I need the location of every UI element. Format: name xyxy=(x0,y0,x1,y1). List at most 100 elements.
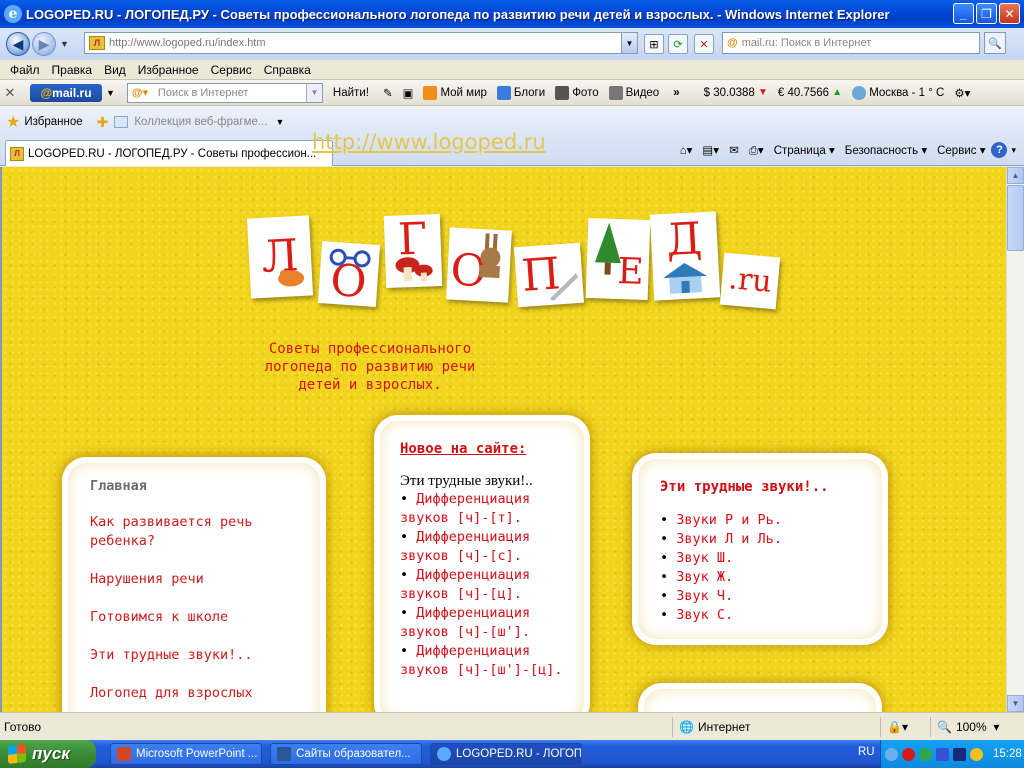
tray-volume-icon[interactable] xyxy=(970,747,983,761)
menu-file[interactable]: Файл xyxy=(10,63,40,77)
mailru-toolbar: ✕ @ mail.ru ▼ @▾ Поиск в Интернет ▼ Найти… xyxy=(0,80,1024,106)
home-icon[interactable]: ⌂▾ xyxy=(680,143,693,157)
page-viewport: Л О Г О П Е Д .ru Советы профессионально… xyxy=(0,167,1006,712)
print-icon[interactable]: ⎙▾ xyxy=(749,143,764,158)
help-dropdown-icon[interactable]: ▾ xyxy=(1011,145,1016,156)
eur-rate: € 40.7566 ▲ xyxy=(777,86,843,99)
mail-icon[interactable]: ✉ xyxy=(729,143,739,157)
find-button[interactable]: Найти! xyxy=(333,87,369,99)
webslice-dropdown-icon[interactable]: ▼ xyxy=(275,117,284,127)
search-input[interactable]: @ mail.ru: Поиск в Интернет xyxy=(722,32,980,54)
site-favicon: Л xyxy=(89,36,105,50)
kaspersky-icon[interactable] xyxy=(902,747,915,761)
page-menu[interactable]: Страница ▾ xyxy=(774,143,835,157)
history-dropdown[interactable]: ▼ xyxy=(60,39,69,49)
sound-link[interactable]: • Звуки Л и Ль. xyxy=(660,530,876,549)
scroll-thumb[interactable] xyxy=(1007,185,1024,251)
video-icon xyxy=(608,85,623,100)
logo-tile-o2: О xyxy=(446,227,512,303)
settings-icon[interactable]: ⚙▾ xyxy=(954,86,970,100)
system-tray: 15:28 xyxy=(880,740,1024,768)
safety-menu[interactable]: Безопасность ▾ xyxy=(845,143,927,157)
address-toolbar: ◀ ▶ ▼ Л http://www.logoped.ru/index.htm … xyxy=(0,28,1024,60)
mailru-logo[interactable]: @ mail.ru xyxy=(30,83,102,102)
language-indicator[interactable]: RU xyxy=(858,746,875,758)
sound-link[interactable]: • Звук Ш. xyxy=(660,549,876,568)
menu-favorites[interactable]: Избранное xyxy=(138,63,199,77)
toolbar-close-icon[interactable]: ✕ xyxy=(0,85,20,101)
address-input[interactable]: Л http://www.logoped.ru/index.htm ▼ xyxy=(84,32,638,54)
news-item[interactable]: • Дифференциация звуков [ч]-[т]. xyxy=(400,490,576,528)
glasses-icon xyxy=(329,248,371,268)
logo-tile-g: Г xyxy=(383,214,443,288)
back-button[interactable]: ◀ xyxy=(6,32,30,56)
tray-network-icon[interactable] xyxy=(953,747,966,761)
search-go-icon[interactable]: 🔍 xyxy=(984,32,1006,54)
weather[interactable]: Москва - 1 ° C xyxy=(852,85,944,100)
sound-link[interactable]: • Звук Ж. xyxy=(660,568,876,587)
logo-dropdown-icon[interactable]: ▼ xyxy=(106,88,115,98)
taskbar-powerpoint[interactable]: Microsoft PowerPoint ... xyxy=(110,743,262,765)
tab-logoped[interactable]: Л LOGOPED.RU - ЛОГОПЕД.РУ - Советы профе… xyxy=(5,140,333,166)
news-subheading: Эти трудные звуки!.. xyxy=(400,473,533,489)
menu-view[interactable]: Вид xyxy=(104,63,126,77)
nav-link-speech-development[interactable]: Как развивается речь ребенка? xyxy=(90,513,310,551)
nav-link-speech-disorders[interactable]: Нарушения речи xyxy=(90,570,310,589)
help-icon[interactable]: ? xyxy=(991,142,1008,158)
zoom-control[interactable]: 🔍 100% ▾ xyxy=(930,717,1010,737)
webslice-gallery[interactable]: Коллекция веб-фрагме... xyxy=(134,116,267,128)
favorites-button[interactable]: Избранное xyxy=(24,116,82,128)
tray-monitor-icon[interactable] xyxy=(936,747,949,761)
logo-tile-l: Л xyxy=(246,215,314,299)
forward-button[interactable]: ▶ xyxy=(32,32,56,56)
logo-tile-e: Е xyxy=(585,217,651,301)
my-world-link[interactable]: Мой мир xyxy=(423,85,487,100)
start-button[interactable]: пуск xyxy=(0,740,96,768)
menu-edit[interactable]: Правка xyxy=(52,63,93,77)
minimize-button[interactable]: _ xyxy=(953,3,974,24)
mailru-search-dropdown[interactable]: ▼ xyxy=(305,83,322,102)
nav-home[interactable]: Главная xyxy=(90,477,310,496)
nav-link-difficult-sounds[interactable]: Эти трудные звуки!.. xyxy=(90,646,310,665)
feeds-icon[interactable]: ▤▾ xyxy=(702,143,719,157)
add-favorite-icon[interactable]: ✚ xyxy=(97,114,109,131)
vertical-scrollbar[interactable]: ▲ ▼ xyxy=(1006,167,1024,712)
video-link[interactable]: Видео xyxy=(608,85,659,100)
windows-flag-icon xyxy=(8,744,26,764)
photo-link[interactable]: Фото xyxy=(555,85,599,100)
refresh-icon[interactable]: ⟳ xyxy=(668,34,688,54)
close-button[interactable]: ✕ xyxy=(999,3,1020,24)
nav-link-school-prep[interactable]: Готовимся к школе xyxy=(90,608,310,627)
mailru-search-input[interactable]: @▾ Поиск в Интернет ▼ xyxy=(126,82,323,103)
tray-arrow-icon[interactable] xyxy=(885,747,898,761)
taskbar-ie[interactable]: LOGOPED.RU - ЛОГОП... xyxy=(430,743,582,765)
news-item[interactable]: • Дифференциация звуков [ч]-[ш']. xyxy=(400,604,576,642)
tray-green-icon[interactable] xyxy=(919,747,932,761)
tools-menu[interactable]: Сервис ▾ xyxy=(937,143,985,157)
protected-mode-icon[interactable]: 🔒▾ xyxy=(880,717,928,737)
taskbar-word[interactable]: Сайты образовател... xyxy=(270,743,422,765)
nav-link-adults[interactable]: Логопед для взрослых xyxy=(90,684,310,703)
address-url: http://www.logoped.ru/index.htm xyxy=(109,37,266,49)
webslice-icon xyxy=(114,116,129,128)
sound-link[interactable]: • Звук Ч. xyxy=(660,587,876,606)
stop-icon[interactable]: ✕ xyxy=(694,34,714,54)
menu-tools[interactable]: Сервис xyxy=(211,63,252,77)
address-dropdown[interactable]: ▼ xyxy=(621,33,637,53)
scroll-down-icon[interactable]: ▼ xyxy=(1007,695,1024,712)
news-item[interactable]: • Дифференциация звуков [ч]-[ш']-[ц]. xyxy=(400,642,576,680)
sound-link[interactable]: • Звуки Р и Рь. xyxy=(660,511,876,530)
blogs-link[interactable]: Блоги xyxy=(496,85,545,100)
scroll-up-icon[interactable]: ▲ xyxy=(1007,167,1024,184)
news-item[interactable]: • Дифференциация звуков [ч]-[ц]. xyxy=(400,566,576,604)
more-chevron-icon[interactable]: » xyxy=(673,87,679,99)
menu-help[interactable]: Справка xyxy=(264,63,311,77)
news-item[interactable]: • Дифференциация звуков [ч]-[с]. xyxy=(400,528,576,566)
favorites-star-icon[interactable]: ★ xyxy=(6,112,20,132)
zoom-icon: 🔍 xyxy=(937,720,952,734)
pencil-icon[interactable]: ✎ xyxy=(383,86,393,100)
clipboard-icon[interactable]: ▣ xyxy=(403,86,414,100)
compatibility-icon[interactable]: ⊞ xyxy=(644,34,664,54)
maximize-button[interactable]: ❐ xyxy=(976,3,997,24)
sound-link[interactable]: • Звук С. xyxy=(660,606,876,625)
